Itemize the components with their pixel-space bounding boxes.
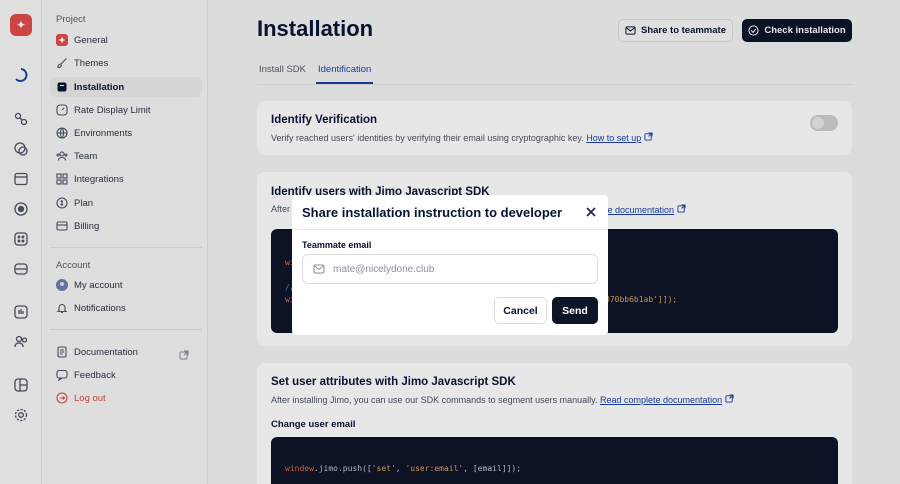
modal-title: Share installation instruction to develo… [302,205,563,220]
modal-divider [292,229,608,230]
mail-icon [313,264,325,274]
teammate-email-label: Teammate email [302,240,372,250]
teammate-email-field[interactable] [302,254,598,284]
teammate-email-input[interactable] [333,263,573,275]
send-button[interactable]: Send [552,297,598,324]
cancel-button[interactable]: Cancel [494,297,547,324]
close-icon[interactable] [584,205,598,219]
share-instruction-modal: Share installation instruction to develo… [292,195,608,335]
